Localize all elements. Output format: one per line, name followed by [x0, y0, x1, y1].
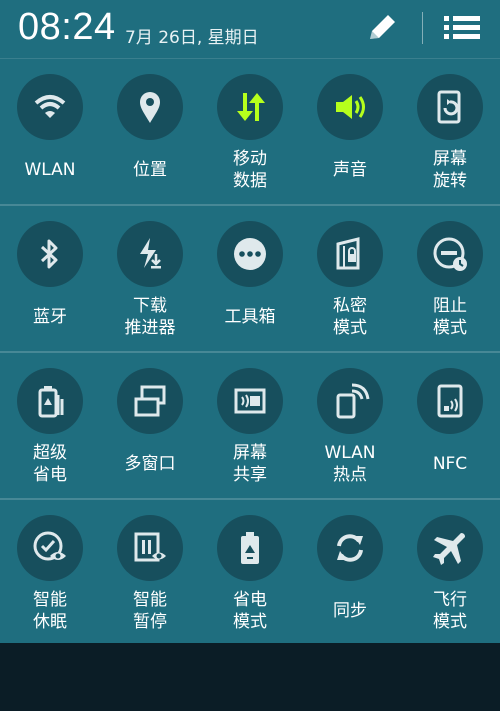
screen-mirroring-icon	[234, 388, 266, 414]
toggle-multi-window[interactable]: 多窗口	[100, 353, 200, 498]
bottom-area	[0, 643, 500, 711]
download-booster-icon	[140, 238, 161, 269]
toggle-private-mode[interactable]: 私密 模式	[300, 206, 400, 351]
toggle-wifi-hotspot[interactable]: WLAN 热点	[300, 353, 400, 498]
smart-stay-icon	[33, 531, 66, 561]
toggle-smart-stay[interactable]: 智能 休眠	[0, 500, 100, 645]
toggle-screen-mirroring[interactable]: 屏幕 共享	[200, 353, 300, 498]
toggle-button-circle[interactable]	[417, 368, 483, 434]
sync-icon	[337, 534, 363, 562]
toggle-label: 屏幕 共享	[233, 443, 267, 485]
toggle-label: 工具箱	[224, 307, 276, 327]
toggle-button-circle[interactable]	[217, 515, 283, 581]
toggle-ultra-power-saving[interactable]: 超级 省电	[0, 353, 100, 498]
screen-rotation-icon	[437, 90, 461, 124]
toggle-label: 飞行 模式	[433, 590, 467, 632]
toggle-button-circle[interactable]	[117, 74, 183, 140]
toggle-label: 多窗口	[124, 454, 176, 474]
toggle-label: NFC	[432, 454, 468, 474]
toggle-row: 智能 休眠 智能 暂停 省电 模式 同步 飞行 模式	[0, 498, 500, 645]
toggle-button-circle[interactable]	[317, 221, 383, 287]
toggle-label: 移动 数据	[233, 149, 267, 191]
toggle-button-circle[interactable]	[17, 221, 83, 287]
blocking-mode-icon	[433, 237, 467, 271]
toggle-button-circle[interactable]	[417, 74, 483, 140]
toggle-sync[interactable]: 同步	[300, 500, 400, 645]
toggle-airplane[interactable]: 飞行 模式	[400, 500, 500, 645]
toggle-label: 智能 暂停	[133, 590, 167, 632]
wifi-hotspot-icon	[336, 383, 370, 419]
toggle-button-circle[interactable]	[117, 515, 183, 581]
toggle-button-circle[interactable]	[217, 368, 283, 434]
toggle-label: 下载 推进器	[124, 296, 176, 338]
toggle-screen-rotation[interactable]: 屏幕 旋转	[400, 59, 500, 204]
notification-header: 08:24 7月 26日, 星期日	[0, 0, 500, 58]
wifi-icon	[34, 95, 66, 118]
airplane-icon	[433, 533, 465, 565]
toggle-label: WLAN 热点	[324, 443, 376, 485]
toggle-label: 屏幕 旋转	[433, 149, 467, 191]
location-pin-icon	[140, 92, 160, 123]
toggle-button-circle[interactable]	[117, 368, 183, 434]
smart-pause-icon	[134, 532, 166, 562]
toggle-sound[interactable]: 声音	[300, 59, 400, 204]
toggle-button-circle[interactable]	[417, 221, 483, 287]
toggle-label: 同步	[333, 601, 367, 621]
header-divider	[422, 12, 423, 44]
toggle-row: 蓝牙 下载 推进器 工具箱 私密 模式 阻止 模式	[0, 204, 500, 351]
toggle-label: 声音	[333, 160, 367, 180]
toggle-label: 省电 模式	[233, 590, 267, 632]
toggle-label: 蓝牙	[33, 307, 67, 327]
toggle-button-circle[interactable]	[317, 515, 383, 581]
multi-window-icon	[134, 385, 166, 417]
toggle-button-circle[interactable]	[217, 74, 283, 140]
toggle-button-circle[interactable]	[417, 515, 483, 581]
toggle-button-circle[interactable]	[117, 221, 183, 287]
toggle-button-circle[interactable]	[17, 515, 83, 581]
toggle-blocking-mode[interactable]: 阻止 模式	[400, 206, 500, 351]
toggle-label: 智能 休眠	[33, 590, 67, 632]
clock-time: 08:24	[18, 6, 116, 48]
toolbox-icon	[234, 238, 266, 270]
toggle-label: 位置	[133, 160, 167, 180]
toggle-row: WLAN 位置 移动 数据 声音 屏幕 旋转	[0, 58, 500, 204]
sound-icon	[336, 95, 365, 119]
list-icon	[444, 16, 480, 39]
nfc-icon	[437, 384, 463, 418]
toggle-bluetooth[interactable]: 蓝牙	[0, 206, 100, 351]
toggle-button-circle[interactable]	[17, 368, 83, 434]
toggle-button-circle[interactable]	[317, 368, 383, 434]
quick-settings-panel: 08:24 7月 26日, 星期日 WLAN 位置 移动 数据 声音 屏幕 旋转蓝牙 下载…	[0, 0, 500, 643]
toggle-button-circle[interactable]	[217, 221, 283, 287]
mobile-data-icon	[237, 93, 265, 121]
date-text: 7月 26日, 星期日	[125, 28, 259, 48]
toggle-label: 超级 省电	[33, 443, 67, 485]
toggle-button-circle[interactable]	[317, 74, 383, 140]
private-mode-icon	[336, 237, 360, 270]
toggle-label: 私密 模式	[333, 296, 367, 338]
settings-list-button[interactable]	[440, 10, 484, 46]
toggle-location-pin[interactable]: 位置	[100, 59, 200, 204]
ultra-power-saving-icon	[38, 386, 64, 418]
toggle-row: 超级 省电 多窗口 屏幕 共享 WLAN 热点 NFC	[0, 351, 500, 498]
toggle-nfc[interactable]: NFC	[400, 353, 500, 498]
toggle-power-saving[interactable]: 省电 模式	[200, 500, 300, 645]
toggle-label: WLAN	[24, 160, 76, 180]
toggle-button-circle[interactable]	[17, 74, 83, 140]
toggle-smart-pause[interactable]: 智能 暂停	[100, 500, 200, 645]
bluetooth-icon	[40, 239, 58, 269]
toggle-wifi[interactable]: WLAN	[0, 59, 100, 204]
toggle-download-booster[interactable]: 下载 推进器	[100, 206, 200, 351]
toggle-toolbox[interactable]: 工具箱	[200, 206, 300, 351]
toggle-label: 阻止 模式	[433, 296, 467, 338]
power-saving-icon	[241, 532, 259, 564]
edit-button[interactable]	[360, 10, 404, 46]
toggle-grid: WLAN 位置 移动 数据 声音 屏幕 旋转蓝牙 下载 推进器 工具箱 私密 模式 阻止 模式超…	[0, 58, 500, 645]
toggle-mobile-data[interactable]: 移动 数据	[200, 59, 300, 204]
pencil-icon	[370, 15, 395, 39]
